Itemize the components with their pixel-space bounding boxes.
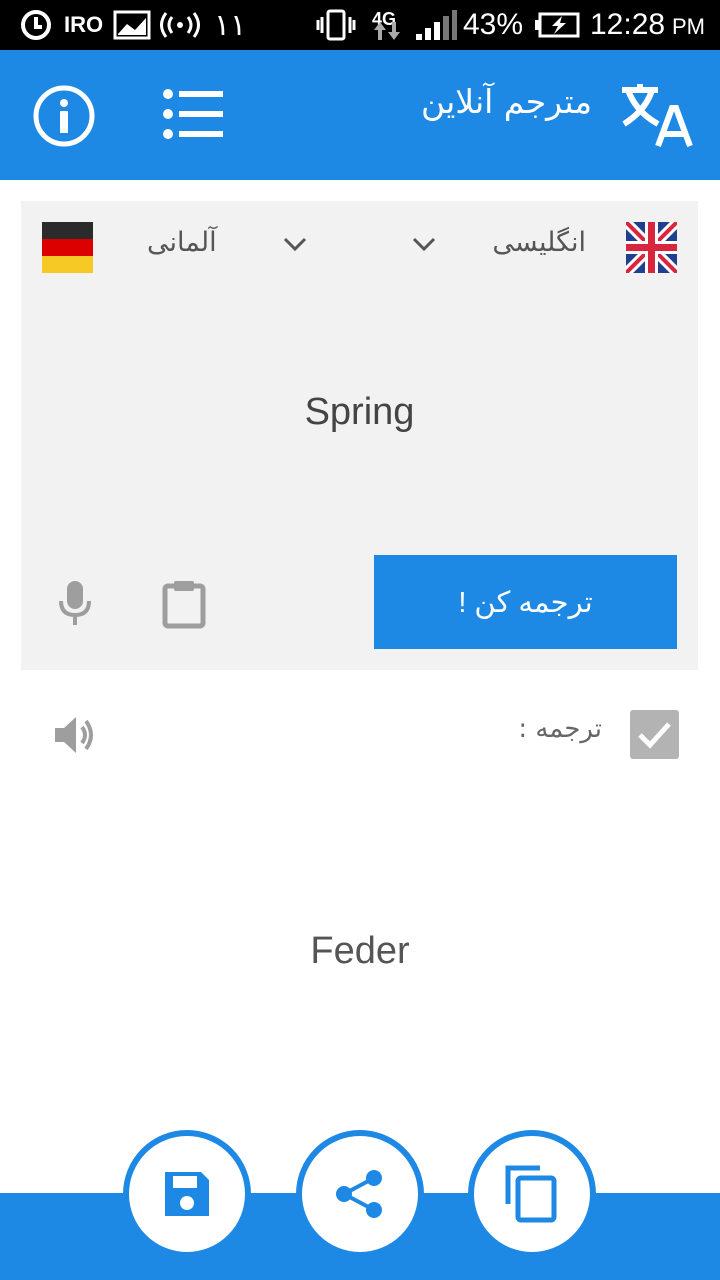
carrier-label: IRO [64,12,104,37]
sim-label: ١١ [214,8,247,42]
germany-flag-icon[interactable] [42,222,93,277]
app-title: مترجم آنلاین [420,82,592,121]
clock-ampm: PM [672,14,705,39]
uk-flag-icon[interactable] [622,218,681,277]
share-icon [336,1170,382,1218]
image-notification-icon [113,0,151,50]
status-bar: IRO ١١ 4G 43% 12:28 PM [0,0,720,50]
battery-percent: 43% [463,8,524,41]
copy-icon [505,1165,557,1223]
source-language-label[interactable]: انگلیسی [492,227,586,258]
source-card: آلمانی انگلیسی Spring ترجمه کن ! [21,201,698,670]
speaker-icon[interactable] [52,712,98,762]
hotspot-icon [158,0,202,50]
app-bar: مترجم آنلاین [0,50,720,180]
info-icon[interactable] [32,84,96,152]
result-text: Feder [310,930,410,972]
save-button[interactable] [123,1130,251,1258]
result-label: ترجمه : [518,714,602,744]
save-icon [165,1172,209,1216]
source-text[interactable]: Spring [21,391,698,434]
copy-button[interactable] [468,1130,596,1258]
translate-icon [618,82,694,154]
chevron-down-icon[interactable] [411,235,437,257]
chevron-down-icon[interactable] [282,235,308,257]
clock-time: 12:28 [590,8,666,41]
share-button[interactable] [296,1130,424,1258]
vibrate-icon [316,0,356,50]
target-language-label[interactable]: آلمانی [147,227,217,258]
clipboard-icon[interactable] [162,579,206,633]
battery-icon [534,0,580,50]
menu-list-icon[interactable] [162,88,224,144]
sync-icon [18,0,54,50]
signal-icon [414,0,458,50]
microphone-icon[interactable] [57,579,93,631]
checkbox-icon[interactable] [630,710,679,759]
data-arrows-icon [372,12,402,50]
translate-button[interactable]: ترجمه کن ! [374,555,677,649]
